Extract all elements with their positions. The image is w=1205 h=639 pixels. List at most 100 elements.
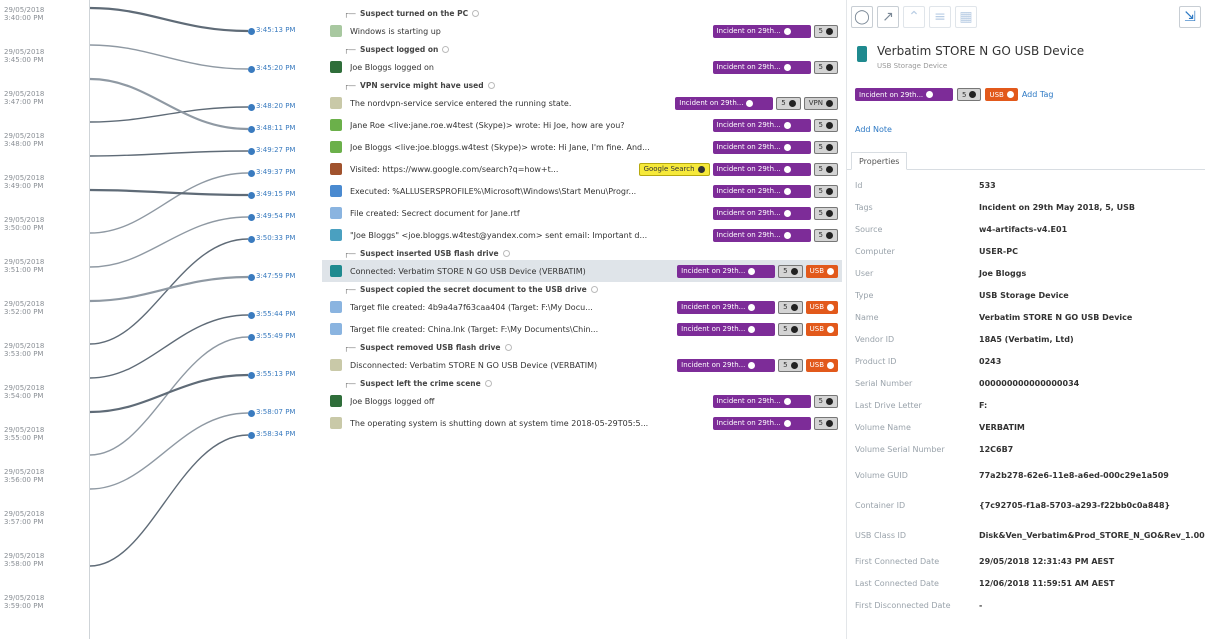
- event-row[interactable]: File created: Secrect document for Jane.…: [322, 202, 842, 224]
- time-dot[interactable]: [248, 236, 255, 243]
- num-tag[interactable]: 5: [813, 24, 838, 38]
- remove-tag-icon[interactable]: [748, 325, 756, 333]
- remove-tag-icon[interactable]: [827, 267, 834, 275]
- num-tag[interactable]: 5: [813, 162, 838, 176]
- incident-tag[interactable]: Incident on 29th...: [677, 322, 776, 336]
- remove-tag-icon[interactable]: [748, 361, 756, 369]
- event-row[interactable]: Connected: Verbatim STORE N GO USB Devic…: [322, 260, 842, 282]
- save-icon[interactable]: ▦: [955, 6, 977, 28]
- expand-icon[interactable]: ⇲: [1179, 6, 1201, 28]
- remove-tag-icon[interactable]: [827, 325, 834, 333]
- usb-tag[interactable]: USB: [805, 322, 838, 336]
- incident-tag[interactable]: Incident on 29th...: [712, 118, 811, 132]
- num-tag[interactable]: 5: [813, 416, 838, 430]
- google-tag[interactable]: Google Search: [638, 162, 710, 176]
- info-icon[interactable]: [487, 81, 495, 89]
- event-row[interactable]: The nordvpn-service service entered the …: [322, 92, 842, 114]
- incident-tag[interactable]: Incident on 29th...: [712, 206, 811, 220]
- tag-icon[interactable]: ◯: [851, 6, 873, 28]
- add-tag-link[interactable]: Add Tag: [1022, 90, 1054, 99]
- incident-tag[interactable]: Incident on 29th...: [677, 264, 776, 278]
- edit-tag-icon[interactable]: ↗: [877, 6, 899, 28]
- usb-tag[interactable]: USB: [805, 264, 838, 278]
- remove-tag-icon[interactable]: [748, 303, 756, 311]
- time-dot[interactable]: [248, 372, 255, 379]
- incident-tag[interactable]: Incident on 29th...: [712, 416, 811, 430]
- remove-tag-icon[interactable]: [826, 27, 833, 35]
- remove-tag-icon[interactable]: [746, 99, 754, 107]
- num-tag[interactable]: 5: [778, 358, 803, 372]
- usb-tag[interactable]: USB: [805, 300, 838, 314]
- incident-tag[interactable]: Incident on 29th...: [675, 96, 774, 110]
- remove-tag-icon[interactable]: [783, 63, 791, 71]
- remove-tag-icon[interactable]: [826, 165, 833, 173]
- add-note-link[interactable]: Add Note: [847, 101, 1205, 134]
- remove-tag-icon[interactable]: [969, 91, 977, 98]
- remove-tag-icon[interactable]: [827, 361, 834, 369]
- num-tag[interactable]: 5: [813, 140, 838, 154]
- remove-tag-icon[interactable]: [790, 303, 798, 311]
- remove-tag-icon[interactable]: [826, 99, 833, 107]
- remove-tag-icon[interactable]: [783, 419, 791, 427]
- usb-tag[interactable]: USB: [985, 88, 1018, 101]
- event-list[interactable]: ┌— Suspect turned on the PC Windows is sta…: [322, 6, 842, 434]
- event-row[interactable]: Visited: https://www.google.com/search?q…: [322, 158, 842, 180]
- remove-tag-icon[interactable]: [826, 187, 833, 195]
- remove-tag-icon[interactable]: [826, 63, 833, 71]
- remove-tag-icon[interactable]: [790, 267, 798, 275]
- incident-tag[interactable]: Incident on 29th...: [855, 88, 953, 101]
- num-tag[interactable]: 5: [813, 206, 838, 220]
- remove-tag-icon[interactable]: [783, 121, 791, 129]
- info-icon[interactable]: [484, 379, 492, 387]
- info-icon[interactable]: [472, 9, 480, 17]
- time-dot[interactable]: [248, 274, 255, 281]
- num-tag[interactable]: 5: [813, 184, 838, 198]
- event-row[interactable]: Target file created: 4b9a4a7f63caa404 (T…: [322, 296, 842, 318]
- remove-tag-icon[interactable]: [783, 209, 791, 217]
- num-tag[interactable]: 5: [813, 60, 838, 74]
- remove-tag-icon[interactable]: [826, 121, 833, 129]
- num-tag[interactable]: 5: [778, 264, 803, 278]
- time-dot[interactable]: [248, 334, 255, 341]
- remove-tag-icon[interactable]: [783, 165, 791, 173]
- time-dot[interactable]: [248, 312, 255, 319]
- remove-tag-icon[interactable]: [697, 165, 705, 173]
- remove-tag-icon[interactable]: [826, 143, 833, 151]
- remove-tag-icon[interactable]: [1006, 91, 1014, 98]
- remove-tag-icon[interactable]: [788, 99, 796, 107]
- time-dot[interactable]: [248, 192, 255, 199]
- num-tag[interactable]: 5: [776, 96, 801, 110]
- event-row[interactable]: Executed: %ALLUSERSPROFILE%\Microsoft\Wi…: [322, 180, 842, 202]
- event-row[interactable]: Disconnected: Verbatim STORE N GO USB De…: [322, 354, 842, 376]
- remove-tag-icon[interactable]: [826, 419, 833, 427]
- num-tag[interactable]: 5: [813, 118, 838, 132]
- event-row[interactable]: Jane Roe <live:jane.roe.w4test (Skype)> …: [322, 114, 842, 136]
- incident-tag[interactable]: Incident on 29th...: [712, 228, 811, 242]
- time-dot[interactable]: [248, 104, 255, 111]
- remove-tag-icon[interactable]: [783, 397, 791, 405]
- time-dot[interactable]: [248, 148, 255, 155]
- time-dot[interactable]: [248, 126, 255, 133]
- remove-tag-icon[interactable]: [783, 187, 791, 195]
- filter-icon[interactable]: ≡: [929, 6, 951, 28]
- usb-tag[interactable]: USB: [805, 358, 838, 372]
- time-dot[interactable]: [248, 410, 255, 417]
- incident-tag[interactable]: Incident on 29th...: [712, 184, 811, 198]
- num-tag[interactable]: 5: [813, 228, 838, 242]
- info-icon[interactable]: [504, 343, 512, 351]
- incident-tag[interactable]: Incident on 29th...: [677, 358, 776, 372]
- info-icon[interactable]: [502, 249, 510, 257]
- remove-tag-icon[interactable]: [790, 361, 798, 369]
- incident-tag[interactable]: Incident on 29th...: [712, 24, 811, 38]
- event-row[interactable]: Joe Bloggs logged off Incident on 29th...…: [322, 390, 842, 412]
- remove-tag-icon[interactable]: [748, 267, 756, 275]
- vpn-tag[interactable]: VPN: [803, 96, 838, 110]
- remove-tag-icon[interactable]: [790, 325, 798, 333]
- remove-tag-icon[interactable]: [783, 27, 791, 35]
- remove-tag-icon[interactable]: [783, 143, 791, 151]
- time-dot[interactable]: [248, 432, 255, 439]
- event-row[interactable]: The operating system is shutting down at…: [322, 412, 842, 434]
- time-dot[interactable]: [248, 214, 255, 221]
- remove-tag-icon[interactable]: [826, 397, 833, 405]
- event-row[interactable]: "Joe Bloggs" <joe.bloggs.w4test@yandex.c…: [322, 224, 842, 246]
